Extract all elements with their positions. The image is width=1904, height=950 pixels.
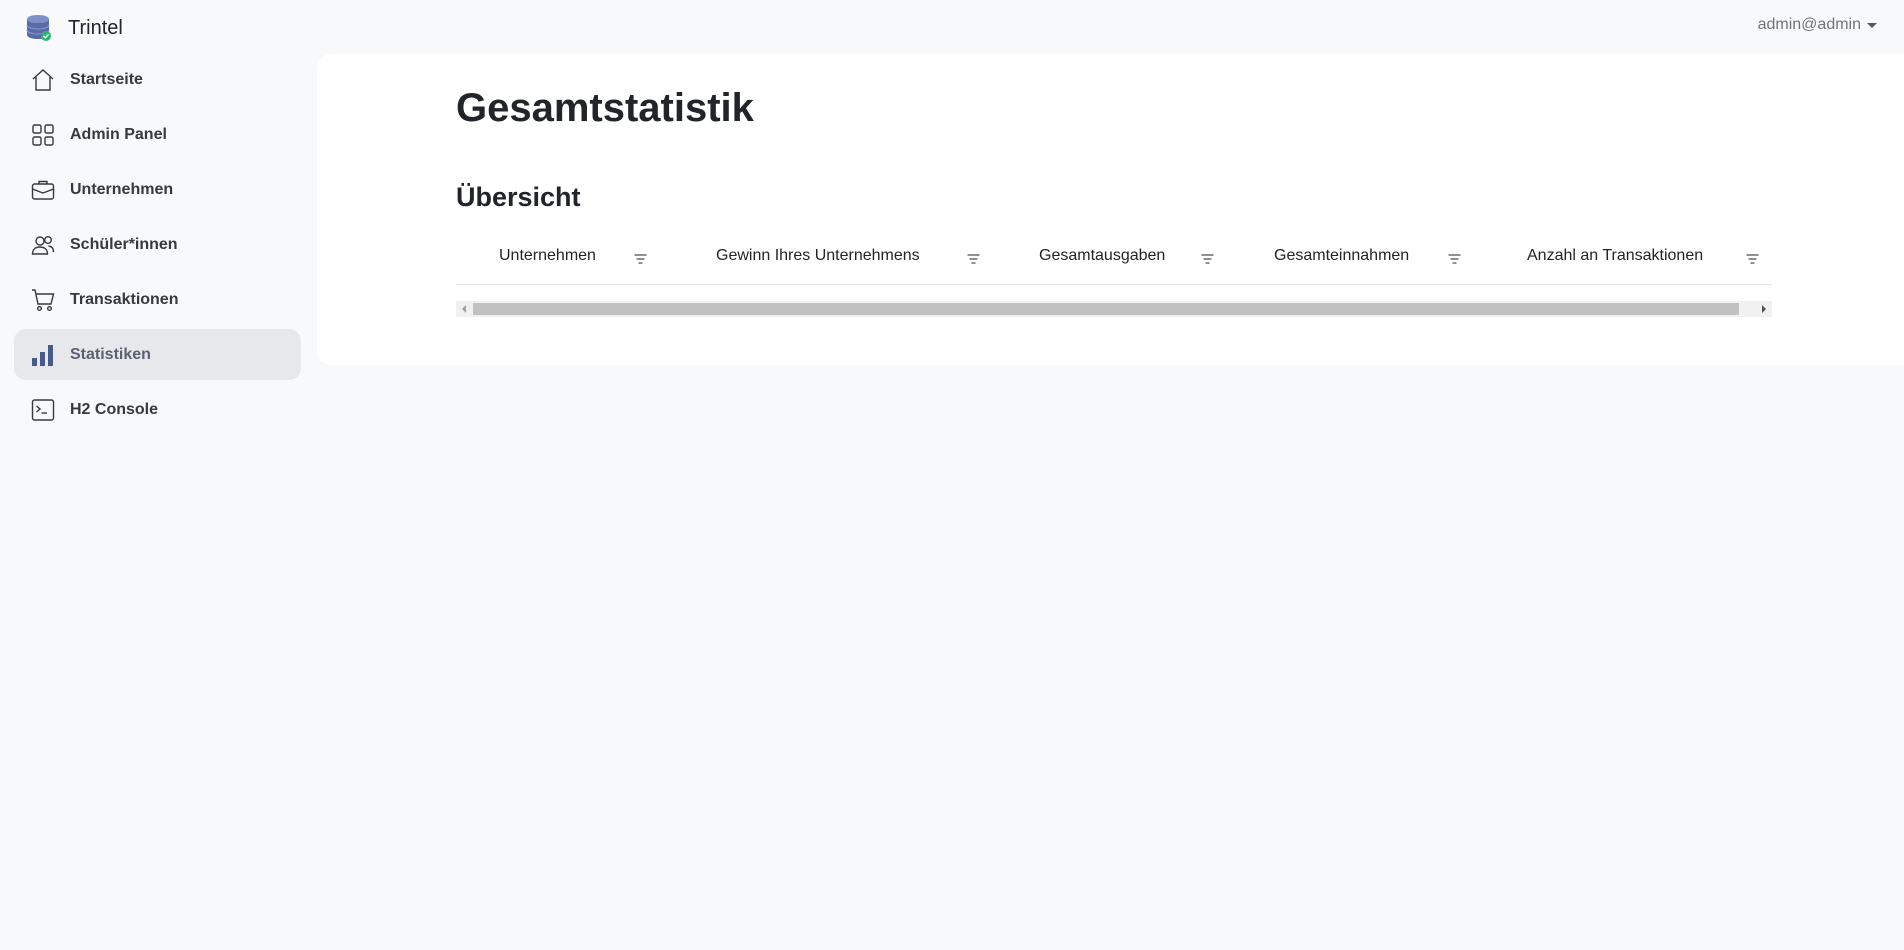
filter-icon[interactable] bbox=[1201, 251, 1214, 264]
column-header-label: Gesamtausgaben bbox=[1039, 247, 1166, 264]
bar-chart-icon bbox=[30, 342, 56, 368]
column-header-label: Gewinn Ihres Unternehmens bbox=[716, 247, 920, 264]
section-title: Übersicht bbox=[456, 182, 581, 212]
caret-down-icon bbox=[1867, 22, 1877, 28]
table-header: Unternehmen Gewinn Ihres Unternehmens Ge… bbox=[456, 228, 1772, 285]
column-header-gesamteinnahmen[interactable]: Gesamteinnahmen bbox=[1274, 228, 1409, 284]
user-menu-label: admin@admin bbox=[1757, 16, 1861, 33]
scroll-left-arrow-icon[interactable] bbox=[456, 301, 472, 317]
column-header-label: Unternehmen bbox=[499, 247, 596, 264]
filter-icon[interactable] bbox=[1448, 251, 1461, 264]
brand[interactable]: Trintel bbox=[26, 13, 123, 43]
briefcase-icon bbox=[30, 177, 56, 203]
sidebar-item-label: Unternehmen bbox=[70, 180, 174, 198]
database-logo-icon bbox=[26, 14, 52, 42]
column-header-unternehmen[interactable]: Unternehmen bbox=[499, 228, 596, 284]
sidebar-item-admin-panel[interactable]: Admin Panel bbox=[14, 109, 301, 160]
sidebar-item-transaktionen[interactable]: Transaktionen bbox=[14, 274, 301, 325]
terminal-icon bbox=[30, 397, 56, 423]
filter-icon[interactable] bbox=[1746, 251, 1759, 264]
cart-icon bbox=[30, 287, 56, 313]
horizontal-scrollbar[interactable] bbox=[456, 301, 1772, 317]
column-header-gesamtausgaben[interactable]: Gesamtausgaben bbox=[1039, 228, 1165, 284]
sidebar-item-h2-console[interactable]: H2 Console bbox=[14, 384, 301, 435]
sidebar-item-schuelerinnen[interactable]: Schüler*innen bbox=[14, 219, 301, 270]
column-header-label: Gesamteinnahmen bbox=[1274, 247, 1410, 264]
sidebar-item-statistiken[interactable]: Statistiken bbox=[14, 329, 301, 380]
home-icon bbox=[30, 67, 56, 93]
column-header-label: Anzahl an Transaktionen bbox=[1527, 247, 1704, 264]
user-menu-dropdown[interactable]: admin@admin bbox=[1758, 16, 1877, 34]
page-title: Gesamtstatistik bbox=[456, 86, 754, 130]
sidebar-item-label: Schüler*innen bbox=[70, 235, 178, 253]
main-panel: Gesamtstatistik Übersicht Unternehmen Ge… bbox=[317, 54, 1904, 365]
users-icon bbox=[30, 232, 56, 258]
scrollbar-thumb[interactable] bbox=[473, 303, 1739, 315]
column-header-gewinn[interactable]: Gewinn Ihres Unternehmens bbox=[716, 228, 920, 284]
sidebar-item-label: Transaktionen bbox=[70, 290, 179, 308]
filter-icon[interactable] bbox=[967, 251, 980, 264]
app-name: Trintel bbox=[68, 16, 123, 39]
sidebar-item-label: Statistiken bbox=[70, 345, 151, 363]
sidebar-item-label: H2 Console bbox=[70, 400, 159, 418]
sidebar-item-unternehmen[interactable]: Unternehmen bbox=[14, 164, 301, 215]
sidebar: Startseite Admin Panel Unternehmen Schül… bbox=[14, 54, 301, 439]
grid-icon bbox=[30, 122, 56, 148]
sidebar-item-label: Startseite bbox=[70, 70, 143, 88]
sidebar-item-label: Admin Panel bbox=[70, 125, 167, 143]
scroll-right-arrow-icon[interactable] bbox=[1756, 301, 1772, 317]
sidebar-item-startseite[interactable]: Startseite bbox=[14, 54, 301, 105]
filter-icon[interactable] bbox=[634, 251, 647, 264]
top-bar: Trintel admin@admin bbox=[0, 0, 1904, 54]
column-header-anzahl-transaktionen[interactable]: Anzahl an Transaktionen bbox=[1527, 228, 1703, 284]
statistics-table: Unternehmen Gewinn Ihres Unternehmens Ge… bbox=[456, 228, 1772, 317]
